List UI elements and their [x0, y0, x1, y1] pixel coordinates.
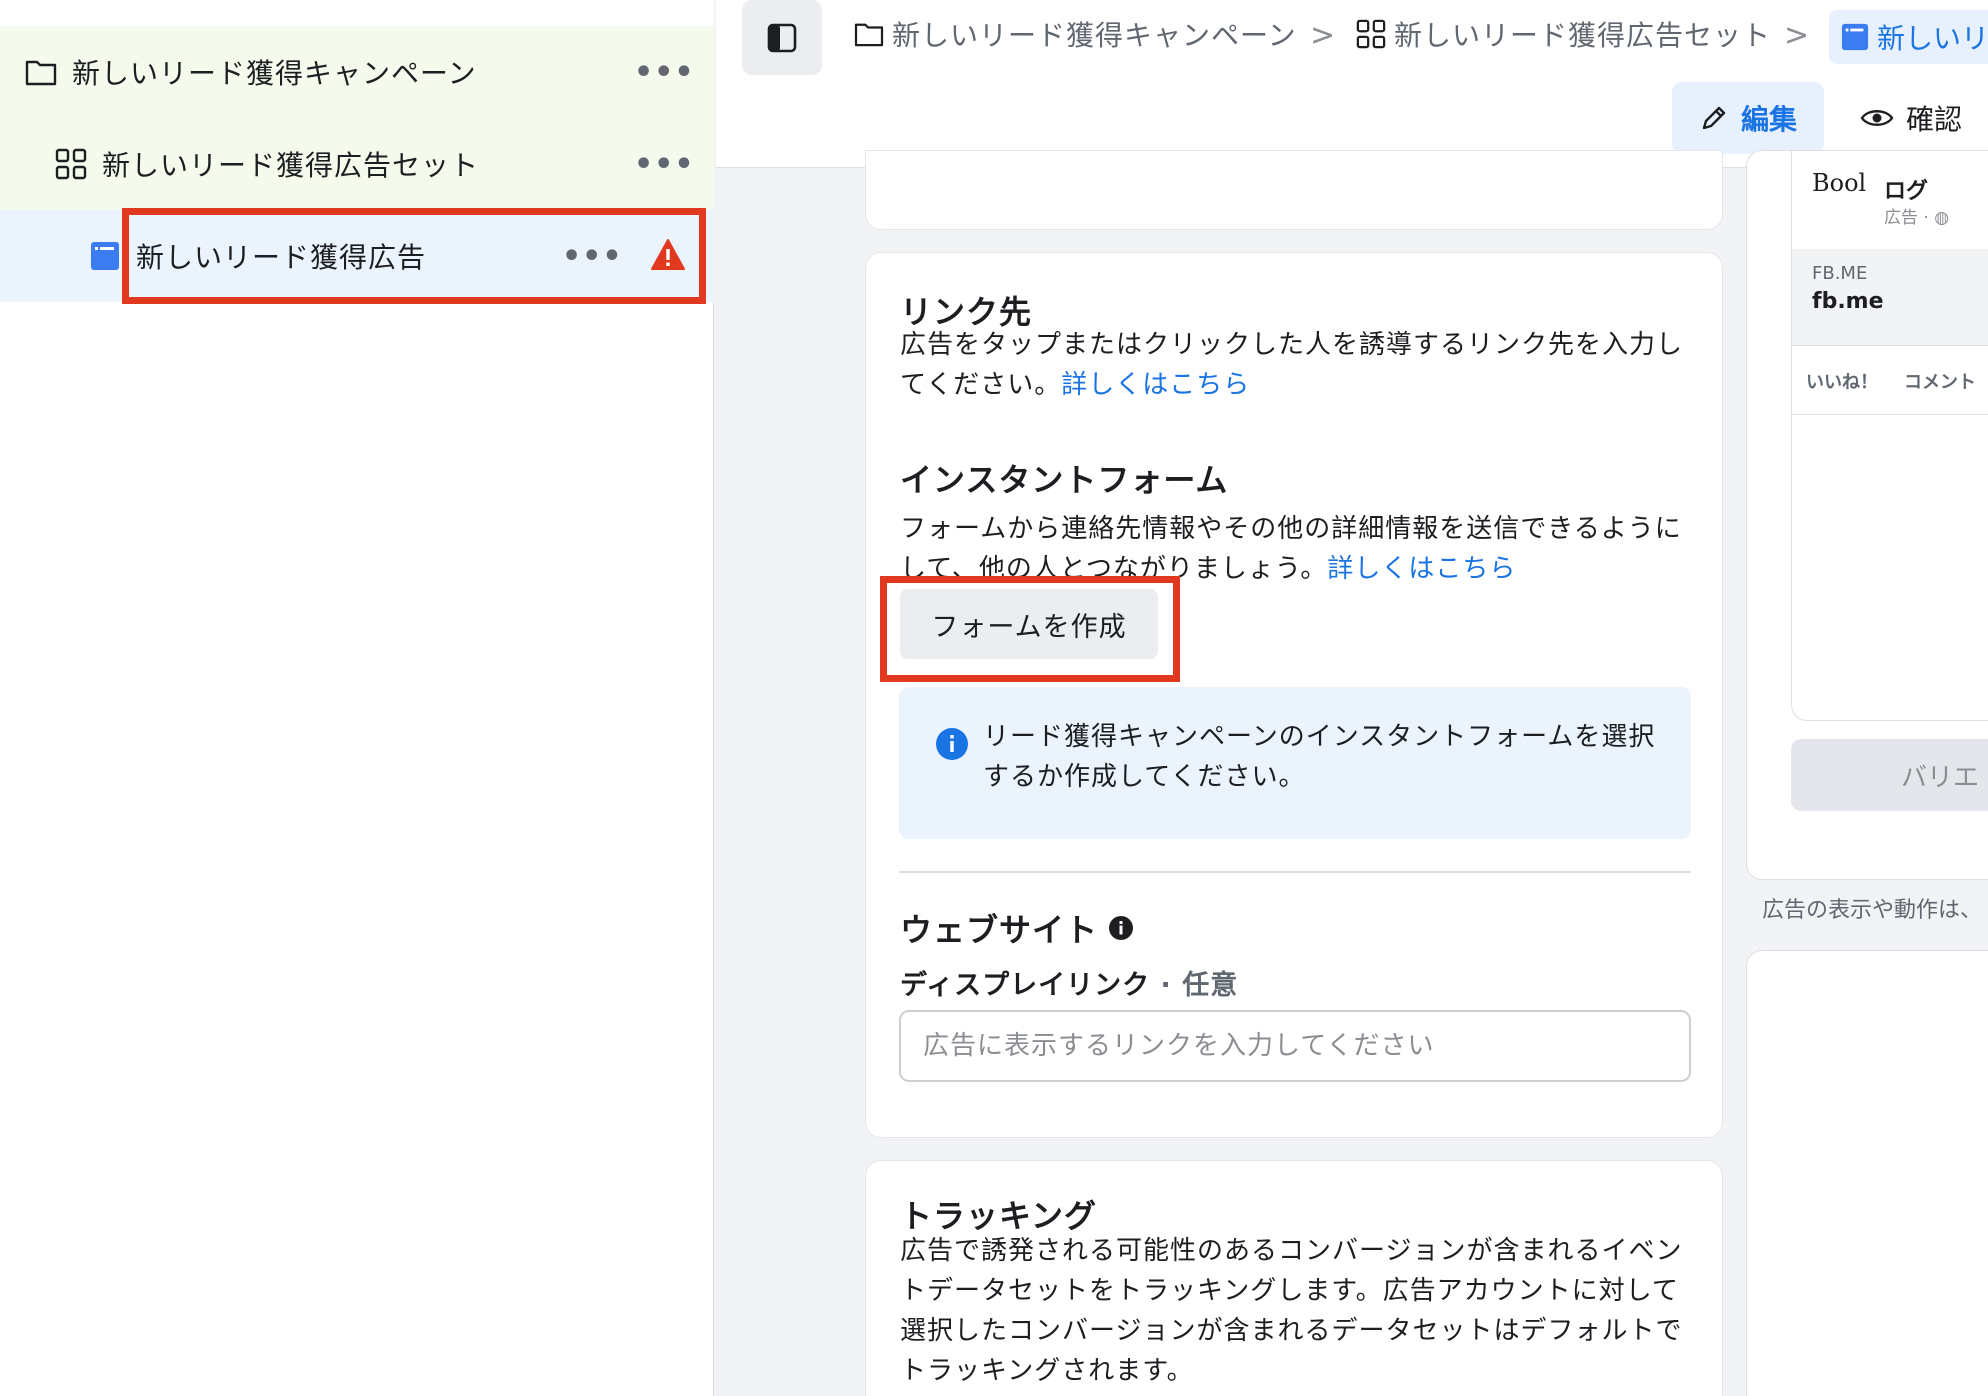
sidebar: 新しいリード獲得キャンペーン ••• 新しいリード獲得広告セット ••• 新しい…: [0, 0, 714, 1396]
display-link-label-text: ディスプレイリンク: [900, 970, 1151, 1001]
sidebar-toggle-icon: [767, 23, 797, 52]
info-icon[interactable]: [1108, 915, 1134, 941]
preview-header: Bool ログ 広告 · ◍: [1792, 151, 1988, 239]
edit-label: 編集: [1740, 103, 1797, 136]
breadcrumb-label: 新しいリード獲得キャンペーン: [892, 19, 1297, 52]
destination-card: リンク先 広告をタップまたはクリックした人を誘導するリンク先を入力してください。…: [865, 252, 1723, 1138]
breadcrumb-separator: >: [1784, 18, 1810, 53]
link-title: fb.me: [1812, 289, 1884, 314]
destination-description-text: 広告をタップまたはクリックした人を誘導するリンク先を入力してください。: [900, 330, 1684, 400]
section-divider: [899, 871, 1691, 873]
website-title: ウェブサイト: [900, 905, 1134, 951]
highlight-box-create-form: [880, 576, 1180, 682]
top-bar: 新しいリード獲得キャンペーン > 新しいリード獲得広告セット > 新しいリ 編集…: [716, 0, 1988, 168]
folder-icon: [854, 23, 884, 47]
preview-actions-row: いいね！ コメント: [1792, 345, 1988, 415]
destination-learn-more-link[interactable]: 詳しくはこちら: [1061, 370, 1250, 400]
link-domain: FB.ME: [1812, 263, 1868, 284]
destination-description: 広告をタップまたはクリックした人を誘導するリンク先を入力してください。詳しくはこ…: [900, 325, 1690, 405]
page-name: ログ: [1884, 179, 1929, 204]
ad-icon: [88, 239, 122, 273]
grid-icon: [54, 147, 88, 181]
breadcrumb-campaign[interactable]: 新しいリード獲得キャンペーン: [854, 14, 1297, 54]
highlight-box-ad: [122, 208, 706, 304]
sidebar-item-adset[interactable]: 新しいリード獲得広告セット •••: [0, 118, 714, 210]
breadcrumb-label: 新しいリード獲得広告セット: [1394, 19, 1772, 52]
preview-note: 広告の表示や動作は、: [1762, 898, 1983, 923]
more-options-icon[interactable]: •••: [634, 147, 695, 182]
info-message-box: リード獲得キャンペーンのインスタントフォームを選択するか作成してください。: [899, 687, 1691, 839]
optional-label: · 任意: [1160, 970, 1239, 1001]
breadcrumb-label: 新しいリ: [1877, 22, 1988, 55]
display-link-input[interactable]: [899, 1010, 1691, 1082]
edit-button[interactable]: 編集: [1672, 82, 1824, 154]
tracking-description: 広告で誘発される可能性のあるコンバージョンが含まれるイベントデータセットをトラッ…: [900, 1236, 1683, 1386]
info-icon: [936, 728, 968, 760]
pencil-icon: [1702, 106, 1726, 130]
ad-preview-mockup: Bool ログ 広告 · ◍ FB.ME fb.me いいね！ コメント: [1791, 151, 1988, 721]
sidebar-item-campaign[interactable]: 新しいリード獲得キャンペーン •••: [0, 26, 714, 118]
sidebar-toggle-button[interactable]: [742, 0, 822, 75]
sidebar-item-label: 新しいリード獲得キャンペーン: [72, 57, 477, 90]
breadcrumb-adset[interactable]: 新しいリード獲得広告セット: [1356, 14, 1771, 54]
breadcrumb-ad[interactable]: 新しいリ: [1829, 10, 1988, 64]
page-logo: Bool: [1812, 169, 1867, 197]
preview-button[interactable]: 確認: [1860, 82, 1962, 154]
tracking-card: トラッキング 広告で誘発される可能性のあるコンバージョンが含まれるイベントデータ…: [865, 1160, 1723, 1396]
previous-section-card: [865, 150, 1723, 230]
website-title-text: ウェブサイト: [900, 911, 1099, 949]
display-link-label: ディスプレイリンク · 任意: [900, 963, 1238, 1002]
breadcrumb-separator: >: [1310, 18, 1336, 53]
secondary-preview-panel: [1746, 950, 1988, 1396]
instant-form-title: インスタントフォーム: [900, 461, 1229, 499]
variation-button[interactable]: バリエ: [1791, 739, 1988, 811]
ad-preview-panel: Bool ログ 広告 · ◍ FB.ME fb.me いいね！ コメント バリエ: [1746, 150, 1988, 880]
like-action: いいね！: [1806, 372, 1878, 393]
instant-form-description-text: フォームから連絡先情報やその他の詳細情報を送信できるようにして、他の人とつながり…: [900, 514, 1682, 584]
folder-icon: [24, 55, 58, 89]
info-message-text: リード獲得キャンペーンのインスタントフォームを選択するか作成してください。: [983, 722, 1656, 792]
preview-label: 確認: [1906, 103, 1963, 136]
sidebar-item-label: 新しいリード獲得広告セット: [102, 149, 480, 182]
sponsored-label: 広告 · ◍: [1884, 208, 1950, 228]
instant-form-learn-more-link[interactable]: 詳しくはこちら: [1327, 554, 1516, 584]
eye-icon: [1860, 110, 1894, 126]
ad-icon: [1841, 23, 1869, 51]
comment-action: コメント: [1904, 372, 1976, 393]
more-options-icon[interactable]: •••: [634, 55, 695, 90]
sidebar-top-strip: [0, 0, 714, 26]
grid-icon: [1356, 19, 1386, 49]
